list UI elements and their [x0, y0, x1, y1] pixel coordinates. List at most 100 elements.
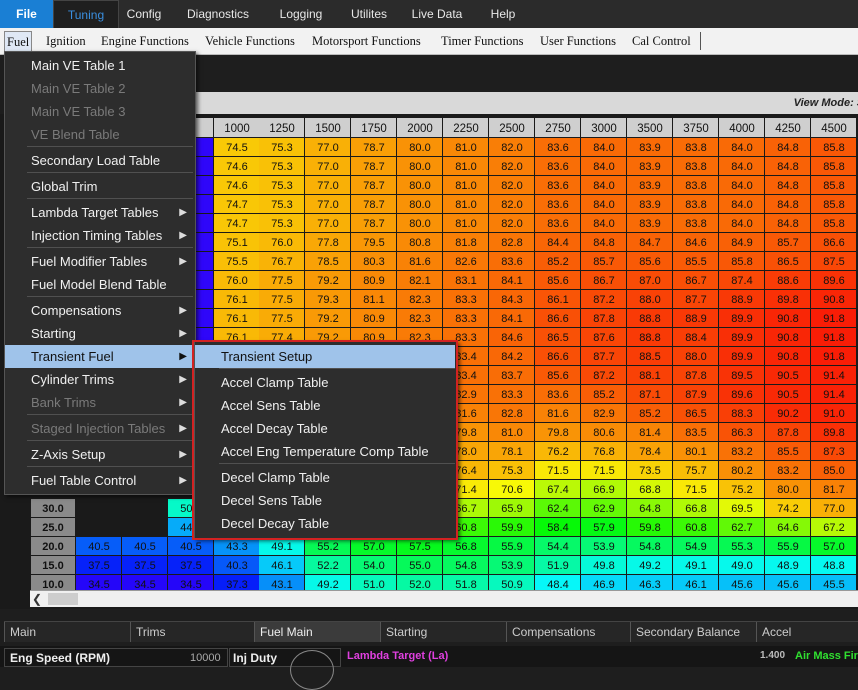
- table-cell-value: 83.8: [685, 180, 706, 192]
- fuel-menu-item-fuel-modifier-tables[interactable]: Fuel Modifier Tables ▶: [5, 250, 193, 273]
- table-cell-value: 82.9: [455, 389, 476, 401]
- table-cell-value: 84.8: [777, 180, 798, 192]
- fuel-menu-item-injection-timing-tables[interactable]: Injection Timing Tables ▶: [5, 224, 193, 247]
- chevron-right-icon: ▶: [179, 374, 187, 385]
- table-cell-value: 75.3: [271, 142, 292, 154]
- table-cell-value: 78.1: [501, 446, 522, 458]
- fuel-menu-item-z-axis-setup[interactable]: Z-Axis Setup ▶: [5, 443, 193, 466]
- table-cell-value: 52.2: [317, 560, 338, 572]
- table-cell-value: 51.8: [455, 579, 476, 590]
- horizontal-scrollbar[interactable]: ❮: [30, 590, 858, 607]
- submenu-timer-functions[interactable]: Timer Functions: [441, 31, 524, 51]
- table-cell-value: 77.0: [317, 218, 338, 230]
- table-cell-value: 75.3: [271, 161, 292, 173]
- fuel-menu-item-compensations[interactable]: Compensations ▶: [5, 299, 193, 322]
- scroll-left-icon[interactable]: ❮: [32, 591, 42, 607]
- table-cell-value: 86.5: [547, 332, 568, 344]
- menu-diagnostics[interactable]: Diagnostics: [182, 0, 254, 28]
- column-header-label: 3500: [637, 123, 663, 135]
- fuel-menu-item-main-ve-table-1[interactable]: Main VE Table 1: [5, 54, 193, 77]
- table-cell-value: 79.5: [363, 237, 384, 249]
- table-cell-value: 59.8: [639, 522, 660, 534]
- table-cell-value: 74.6: [226, 161, 247, 173]
- table-cell-value: 66.8: [685, 503, 706, 515]
- view-mode-label: View Mode: STA: [195, 92, 858, 114]
- transient-menu-item-accel-decay-table[interactable]: Accel Decay Table: [195, 417, 455, 440]
- fuel-menu-item-bank-trims: Bank Trims ▶: [5, 391, 193, 414]
- submenu-ignition[interactable]: Ignition: [46, 31, 86, 51]
- transient-menu-item-decel-sens-table[interactable]: Decel Sens Table: [195, 489, 455, 512]
- table-cell-value: 75.1: [226, 237, 247, 249]
- transient-menu-item-accel-sens-table[interactable]: Accel Sens Table: [195, 394, 455, 417]
- submenu-cal-control[interactable]: Cal Control: [632, 31, 691, 51]
- fuel-menu-item-starting[interactable]: Starting ▶: [5, 322, 193, 345]
- table-cell-value: 85.5: [777, 446, 798, 458]
- fuel-menu-item-lambda-target-tables[interactable]: Lambda Target Tables ▶: [5, 201, 193, 224]
- table-cell-value: 81.0: [455, 142, 476, 154]
- tab-fuel-main[interactable]: Fuel Main: [254, 622, 380, 642]
- table-cell-value: 83.6: [547, 180, 568, 192]
- tab-trims[interactable]: Trims: [130, 622, 254, 642]
- transient-menu-item-accel-eng-temperature-comp-table[interactable]: Accel Eng Temperature Comp Table: [195, 440, 455, 463]
- fuel-menu-item-label: Cylinder Trims: [31, 372, 115, 387]
- table-cell-value: 43.1: [271, 579, 292, 590]
- fuel-dropdown-menu: Main VE Table 1 Main VE Table 2 Main VE Ta…: [4, 51, 196, 495]
- menu-utilites[interactable]: Utilites: [340, 0, 398, 28]
- table-cell-value: 86.6: [547, 351, 568, 363]
- table-cell-value: 85.8: [823, 180, 844, 192]
- table-cell-value: 49.1: [685, 560, 706, 572]
- menu-file[interactable]: File: [0, 0, 53, 28]
- fuel-menu-item-global-trim[interactable]: Global Trim: [5, 175, 193, 198]
- table-cell-value: 57.9: [593, 522, 614, 534]
- menu-config[interactable]: Config: [119, 0, 169, 28]
- menu-divider: [27, 440, 193, 441]
- table-cell-value: 62.4: [547, 503, 568, 515]
- menu-help[interactable]: Help: [484, 0, 522, 28]
- table-cell-value: 89.9: [731, 351, 752, 363]
- fuel-menu-item-fuel-table-control[interactable]: Fuel Table Control ▶: [5, 469, 193, 492]
- table-cell-value: 80.0: [409, 180, 430, 192]
- table-cell-value: 87.4: [731, 275, 752, 287]
- menu-logging[interactable]: Logging: [272, 0, 330, 28]
- table-cell-value: 88.3: [731, 408, 752, 420]
- tab-compensations[interactable]: Compensations: [506, 622, 630, 642]
- table-cell-value: 91.0: [823, 408, 844, 420]
- menu-tuning[interactable]: Tuning: [53, 0, 119, 28]
- tab-secondary-balance[interactable]: Secondary Balance: [630, 622, 756, 642]
- fuel-menu-item-secondary-load-table[interactable]: Secondary Load Table: [5, 149, 193, 172]
- table-cell-value: 87.7: [593, 351, 614, 363]
- transient-menu-item-transient-setup[interactable]: Transient Setup: [195, 345, 455, 368]
- table-cell-value: 84.0: [593, 199, 614, 211]
- transient-menu-item-accel-clamp-table[interactable]: Accel Clamp Table: [195, 371, 455, 394]
- table-cell-value: 76.4: [455, 465, 476, 477]
- table-cell-value: 85.8: [823, 142, 844, 154]
- transient-menu-item-decel-decay-table[interactable]: Decel Decay Table: [195, 512, 455, 535]
- table-cell-value: 87.1: [639, 389, 660, 401]
- tab-main[interactable]: Main: [4, 622, 130, 642]
- table-cell-value: 84.0: [593, 218, 614, 230]
- table-cell-value: 88.4: [685, 332, 706, 344]
- tab-starting[interactable]: Starting: [380, 622, 506, 642]
- gauge-strip: Eng Speed (RPM) 10000 Inj Duty Lambda Ta…: [0, 646, 858, 690]
- table-cell-value: 66.7: [455, 503, 476, 515]
- fuel-menu-item-cylinder-trims[interactable]: Cylinder Trims ▶: [5, 368, 193, 391]
- submenu-user-functions[interactable]: User Functions: [540, 31, 616, 51]
- fuel-menu-item-fuel-model-blend-table[interactable]: Fuel Model Blend Table: [5, 273, 193, 296]
- transient-menu-item-decel-clamp-table[interactable]: Decel Clamp Table: [195, 466, 455, 489]
- menu-live-data[interactable]: Live Data: [406, 0, 468, 28]
- submenu-engine-functions[interactable]: Engine Functions: [101, 31, 189, 51]
- transient-fuel-submenu: Transient Setup Accel Clamp Table Accel Se…: [194, 341, 458, 539]
- scroll-thumb[interactable]: [48, 593, 78, 605]
- submenu-motorsport-functions[interactable]: Motorsport Functions: [312, 31, 421, 51]
- menu-divider: [27, 414, 193, 415]
- tab-accel[interactable]: Accel: [756, 622, 858, 642]
- table-cell-value: 91.8: [823, 332, 844, 344]
- table-cell-value: 82.0: [501, 142, 522, 154]
- menu-divider: [27, 198, 193, 199]
- table-cell-value: 83.6: [547, 199, 568, 211]
- table-cell-value: 80.9: [363, 313, 384, 325]
- fuel-menu-item-transient-fuel[interactable]: Transient Fuel ▶: [5, 345, 193, 368]
- submenu-fuel[interactable]: Fuel: [4, 31, 33, 53]
- table-cell-value: 77.5: [271, 275, 292, 287]
- submenu-vehicle-functions[interactable]: Vehicle Functions: [205, 31, 295, 51]
